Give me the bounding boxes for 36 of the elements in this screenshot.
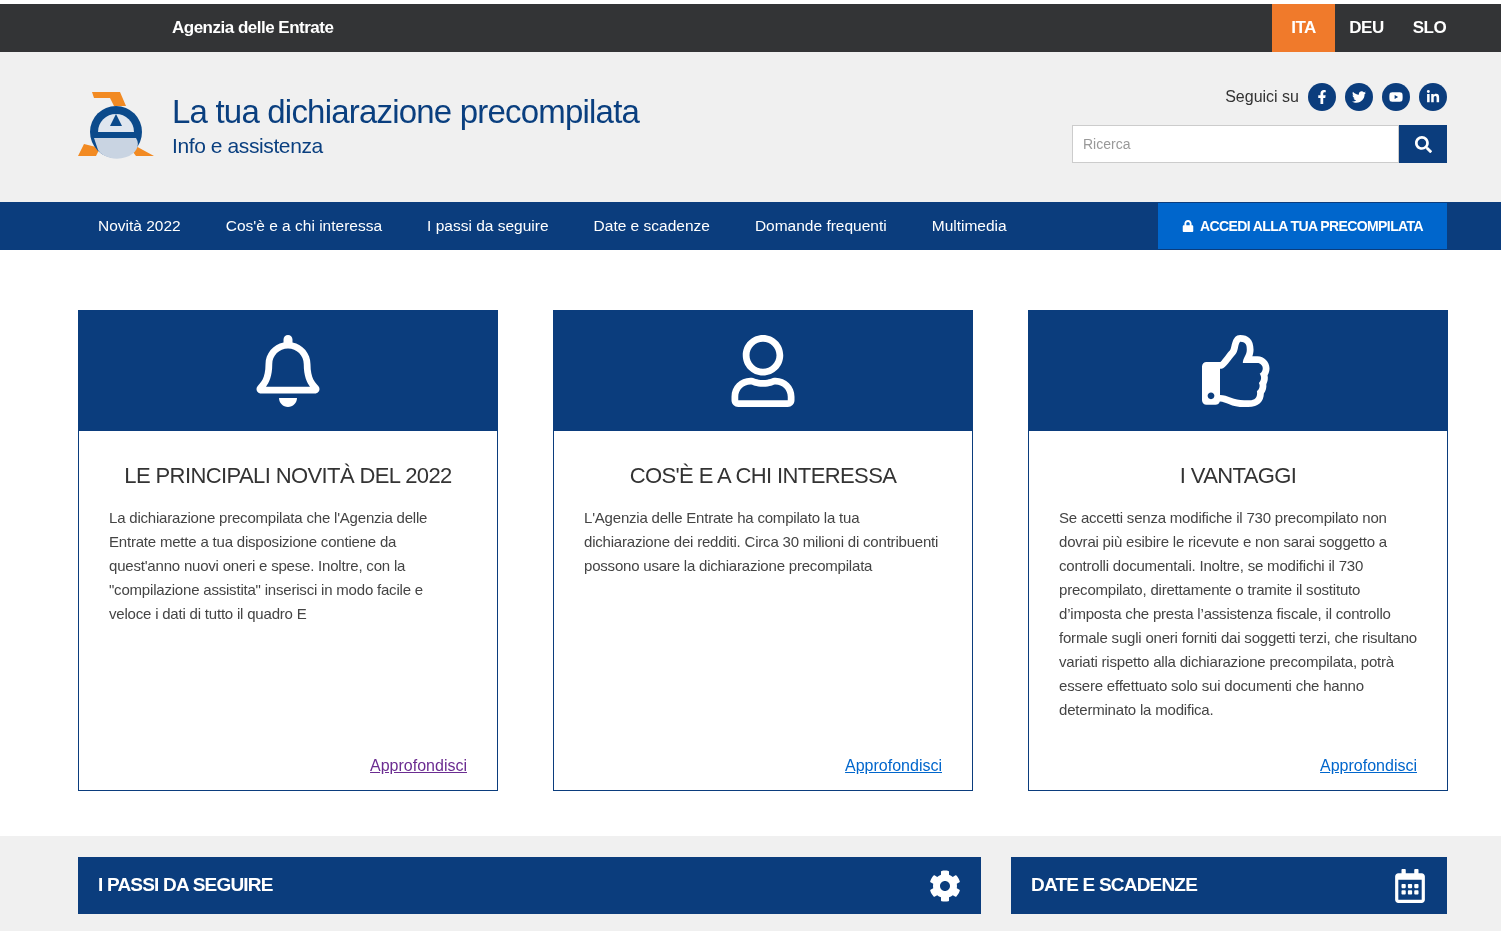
lock-icon [1182,220,1194,232]
card-title: LE PRINCIPALI NOVITÀ DEL 2022 [123,462,453,490]
nav-link[interactable]: Novità 2022 [98,214,181,238]
nav-link[interactable]: Date e scadenze [593,214,710,238]
site-subtitle: Info e assistenza [172,133,324,159]
linkedin-icon[interactable] [1419,83,1447,111]
nav-link[interactable]: Cos'è e a chi interessa [225,214,383,238]
search-button[interactable] [1399,125,1447,163]
nav-link[interactable]: Multimedia [931,214,1007,238]
twitter-icon[interactable] [1345,83,1373,111]
site-name: Agenzia delle Entrate [172,17,334,40]
card-title: COS'È E A CHI INTERESSA [628,462,898,490]
read-more-link[interactable]: Approfondisci [370,754,467,778]
facebook-icon[interactable] [1308,83,1336,111]
search-field[interactable]: Ricerca [1072,125,1399,163]
read-more-link[interactable]: Approfondisci [845,754,942,778]
gear-icon [929,869,961,902]
language-tab[interactable]: DEU [1335,4,1398,52]
nav-link[interactable]: I passi da seguire [427,214,549,238]
login-button[interactable]: ACCEDI ALLA TUA PRECOMPILATA [1158,203,1447,249]
search-icon [1414,135,1432,153]
read-more-link[interactable]: Approfondisci [1320,754,1417,778]
section-title: DATE E SCADENZE [1031,873,1198,898]
card-text: Se accetti senza modifiche il 730 precompilato non dovrai più esibire le ricevute e non sarai soggetto a controlli documentali. Inoltre, se modifichi il 730 precompilato, direttamente o tramite il sostituto d’imposta che presta l’assistenza fiscale, il controllo formale sugli oneri forniti dai soggetti terzi, che risultano variati rispetto alla dichiarazione precompilata, potrà essere effettuato solo sui documenti che hanno determinato la modifica. [1058,508,1418,720]
youtube-icon[interactable] [1382,83,1410,111]
calendar-icon [1393,868,1427,903]
follow-label: Seguici su [1225,87,1299,107]
card-title: I VANTAGGI [1178,462,1298,490]
section-header[interactable]: DATE E SCADENZE [1011,857,1447,914]
language-tab[interactable]: SLO [1398,4,1461,52]
nav-link[interactable]: Domande frequenti [754,214,887,238]
section-header[interactable]: I PASSI DA SEGUIRE [78,857,981,914]
site-title: La tua dichiarazione precompilata [172,92,640,132]
section-title: I PASSI DA SEGUIRE [98,873,273,898]
card-text: La dichiarazione precompilata che l'Agenzia delle Entrate mette a tua disposizione contiene da quest'anno nuovi oneri e spese. Inoltre, con la "compilazione assistita" inserisci in modo facile e veloce i dati di tutto il quadro E [108,508,429,624]
card-text: L'Agenzia delle Entrate ha compilato la tua dichiarazione dei redditi. Circa 30 milioni di contribuenti possono usare la dichiarazione precompilata [583,508,940,576]
